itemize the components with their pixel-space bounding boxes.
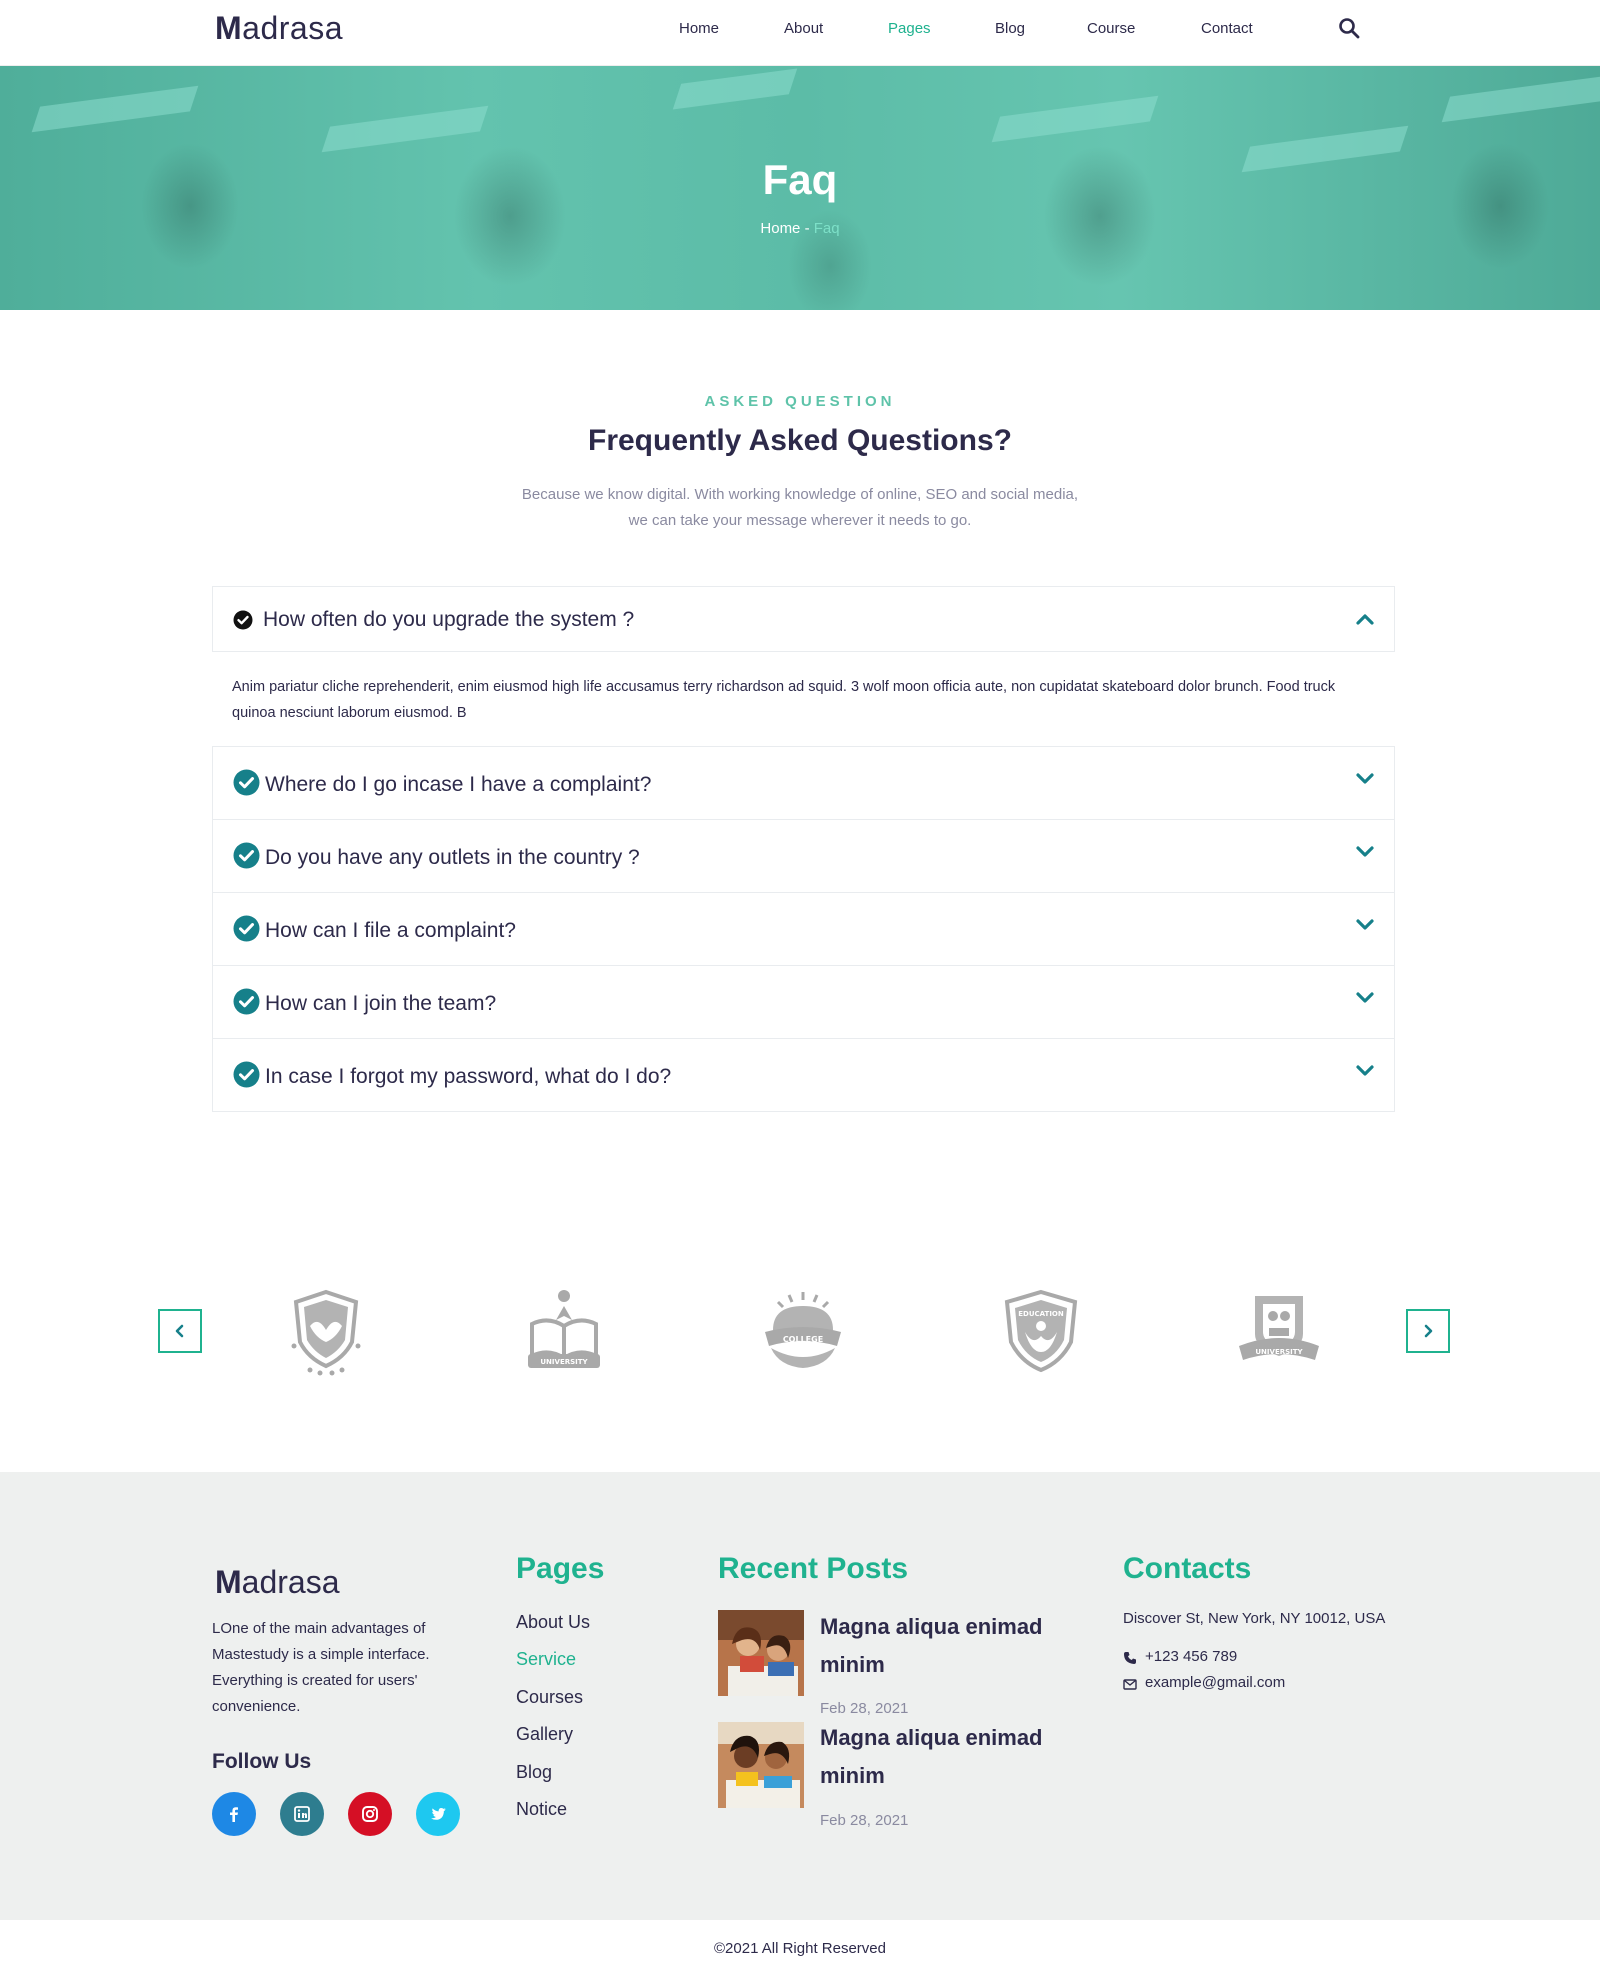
footer-about: LOne of the main advantages of Mastestud… [212,1620,430,1715]
footer-link-about-us[interactable]: About Us [516,1612,590,1633]
nav-pages[interactable]: Pages [888,20,931,37]
check-circle-icon [233,842,260,869]
faq-question: In case I forgot my password, what do I … [265,1065,672,1088]
logo-text: UNIVERSITY [1255,1348,1303,1356]
nav-about[interactable]: About [784,20,823,37]
instagram-button[interactable] [348,1792,392,1836]
faq-question: Do you have any outlets in the country ? [265,846,640,869]
breadcrumb: Home - Faq [0,220,1600,237]
copyright-text: ©2021 All Right Reserved [714,1940,886,1957]
breadcrumb-home[interactable]: Home [760,220,800,237]
follow-us-title: Follow Us [212,1750,312,1773]
college-sun-logo: COLLEGE [757,1286,849,1378]
breadcrumb-separator: - [800,220,814,237]
page-title: Faq [762,156,838,203]
footer-pages-title: Pages [516,1552,605,1585]
post-thumbnail[interactable] [718,1722,804,1808]
faq-item[interactable]: Where do I go incase I have a complaint? [212,746,1395,820]
footer-link-gallery[interactable]: Gallery [516,1724,573,1745]
faq-question: How can I file a complaint? [265,919,516,942]
faq-question: Where do I go incase I have a complaint? [265,773,652,796]
twitter-button[interactable] [416,1792,460,1836]
section-description-line: we can take your message wherever it nee… [628,512,972,529]
section-kicker: ASKED QUESTION [704,393,896,410]
education-shield-logo: EDUCATION [995,1286,1087,1378]
chevron-up-icon[interactable] [1354,609,1376,629]
instagram-icon [362,1806,378,1822]
check-circle-icon [233,988,260,1015]
footer-link-notice[interactable]: Notice [516,1799,567,1820]
section-description-line: Because we know digital. With working kn… [521,486,1079,503]
footer-logo[interactable]: Madrasa [215,1564,340,1601]
faq-answer: Anim pariatur cliche reprehenderit, enim… [232,679,1336,721]
hero-banner: Faq Home - Faq [0,66,1600,310]
copyright-bar: ©2021 All Right Reserved [0,1920,1600,1980]
chevron-down-icon[interactable] [1354,769,1376,789]
chevron-right-icon [1424,1324,1433,1338]
faq-item[interactable]: How can I file a complaint? [212,892,1395,966]
footer-link-service[interactable]: Service [516,1649,576,1670]
check-circle-icon [233,1061,260,1088]
post-title[interactable]: Magna aliqua enimad minim [820,1719,1080,1795]
site-header: Madrasa Home About Pages Blog Course Con… [0,0,1600,66]
site-footer: Madrasa LOne of the main advantages of M… [0,1472,1600,1920]
carousel-next-button[interactable] [1406,1309,1450,1353]
faq-item[interactable]: How can I join the team? [212,965,1395,1039]
breadcrumb-current: Faq [813,220,840,237]
chevron-down-icon[interactable] [1354,988,1376,1008]
footer-contacts-title: Contacts [1123,1552,1252,1585]
chevron-left-icon [175,1324,184,1338]
check-circle-icon [233,915,260,942]
footer-link-blog[interactable]: Blog [516,1762,552,1783]
footer-link-courses[interactable]: Courses [516,1687,583,1708]
logo-text: COLLEGE [783,1335,823,1344]
university-book-logo: UNIVERSITY [518,1286,610,1378]
shield-hands-logo [280,1286,372,1378]
faq-question: How can I join the team? [265,992,497,1015]
phone-icon [1124,1652,1136,1664]
section-title: Frequently Asked Questions? [588,424,1012,457]
post-title[interactable]: Magna aliqua enimad minim [820,1608,1080,1684]
post-thumbnail[interactable] [718,1610,804,1696]
nav-course[interactable]: Course [1087,20,1135,37]
section-description: Because we know digital. With working kn… [0,482,1600,534]
facebook-icon [230,1807,238,1822]
logo-text: UNIVERSITY [540,1358,588,1366]
chevron-down-icon[interactable] [1354,915,1376,935]
linkedin-button[interactable] [280,1792,324,1836]
linkedin-icon [294,1806,310,1822]
twitter-icon [431,1808,446,1820]
logo-text: EDUCATION [1018,1310,1064,1318]
nav-contact[interactable]: Contact [1201,20,1253,37]
chevron-down-icon[interactable] [1354,842,1376,862]
post-date: Feb 28, 2021 [820,1700,909,1717]
footer-recent-posts-title: Recent Posts [718,1552,909,1585]
search-icon[interactable] [1338,17,1360,39]
nav-blog[interactable]: Blog [995,20,1025,37]
check-circle-icon [233,610,253,630]
faq-question: How often do you upgrade the system ? [263,608,635,631]
faq-item[interactable]: In case I forgot my password, what do I … [212,1038,1395,1112]
contact-address: Discover St, New York, NY 10012, USA [1123,1610,1386,1627]
post-date: Feb 28, 2021 [820,1812,909,1829]
envelope-icon [1123,1679,1137,1690]
site-logo[interactable]: Madrasa [215,10,343,47]
faq-item[interactable]: Do you have any outlets in the country ? [212,819,1395,893]
university-crest-logo: UNIVERSITY [1233,1286,1325,1378]
chevron-down-icon[interactable] [1354,1061,1376,1081]
check-circle-icon [233,769,260,796]
facebook-button[interactable] [212,1792,256,1836]
faq-item-open[interactable]: How often do you upgrade the system ? [212,586,1395,652]
carousel-prev-button[interactable] [158,1309,202,1353]
nav-home[interactable]: Home [679,20,719,37]
